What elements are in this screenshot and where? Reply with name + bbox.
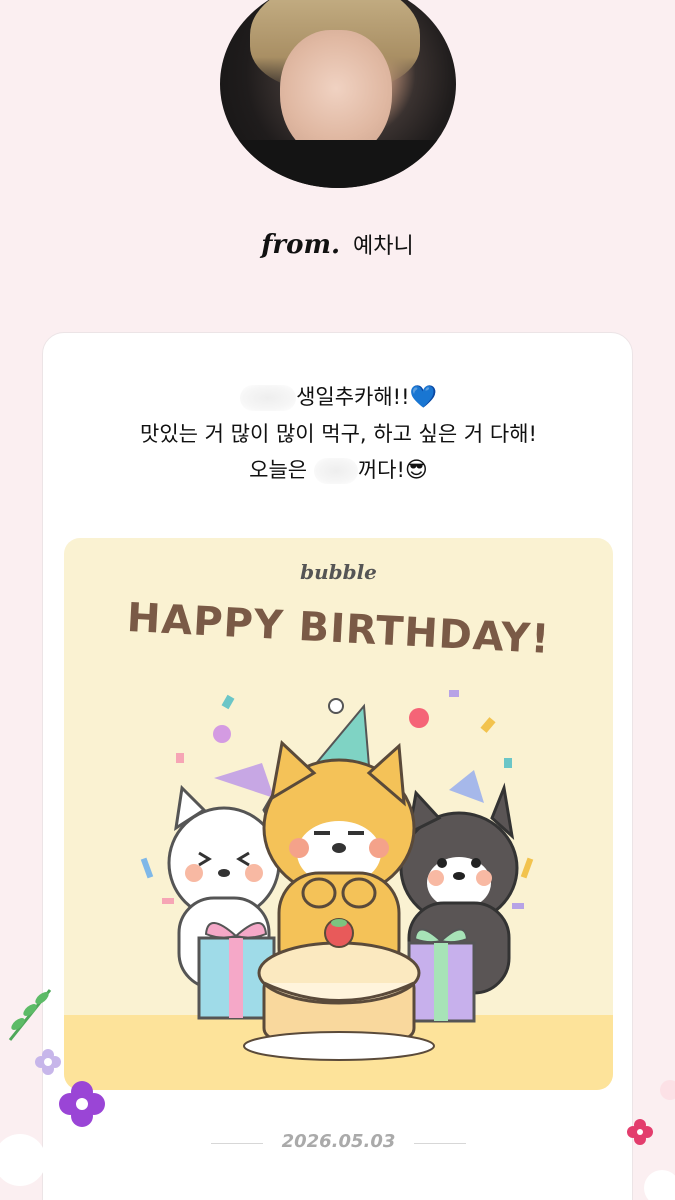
bubble-logo: bubble bbox=[300, 560, 377, 584]
blurred-name bbox=[313, 458, 358, 484]
happy-birthday-headline: HAPPY BIRTHDAY! bbox=[125, 594, 552, 664]
flower-decoration-right bbox=[627, 1080, 675, 1200]
message-line-3-end: 꺼다! bbox=[357, 458, 405, 482]
letter-card: 생일추카해!!💙 맛있는 거 많이 많이 먹구, 하고 싶은 거 다해! 오늘은… bbox=[42, 332, 633, 1200]
from-label: from. bbox=[261, 230, 341, 260]
birthday-card-image: bubble HAPPY BIRTHDAY! bbox=[64, 538, 613, 1090]
message-line-2: 맛있는 거 많이 많이 먹구, 하고 싶은 거 다해! bbox=[140, 422, 537, 446]
blurred-name bbox=[240, 385, 297, 411]
sender-name: 예차니 bbox=[353, 234, 414, 259]
flower-decoration-left bbox=[0, 989, 105, 1186]
message-line-1-text: 생일추카해!! bbox=[296, 385, 410, 409]
message-text: 생일추카해!!💙 맛있는 거 많이 많이 먹구, 하고 싶은 거 다해! 오늘은… bbox=[43, 379, 634, 489]
sender-line: from. 예차니 bbox=[0, 228, 675, 260]
message-line-1: 생일추카해!!💙 bbox=[43, 379, 634, 416]
message-date: 2026.05.03 bbox=[281, 1131, 396, 1152]
message-line-3-start: 오늘은 bbox=[249, 458, 308, 482]
profile-avatar[interactable] bbox=[220, 0, 456, 188]
dogs-cake-illustration bbox=[140, 690, 534, 1061]
date-divider-right bbox=[414, 1143, 466, 1144]
message-line-3: 오늘은 꺼다!😎 bbox=[43, 452, 634, 489]
sunglasses-icon: 😎 bbox=[404, 458, 428, 483]
blue-heart-icon: 💙 bbox=[409, 385, 437, 410]
avatar-shirt bbox=[220, 140, 456, 188]
